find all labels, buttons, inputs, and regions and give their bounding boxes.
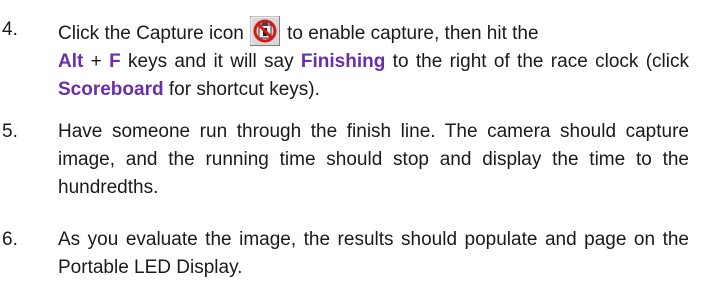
- step-text-part: for shortcut keys).: [163, 79, 320, 100]
- key-alt: Alt: [58, 51, 84, 72]
- step-5: 5. Have someone run through the finish l…: [0, 110, 704, 200]
- document-page: { "steps": [ { "number": "4.", "parts": …: [0, 0, 704, 300]
- key-f: F: [109, 51, 121, 72]
- step-text: As you evaluate the image, the results s…: [58, 229, 689, 278]
- scoreboard-link[interactable]: Scoreboard: [58, 79, 164, 100]
- step-text-part: to the right of the race clock (click: [385, 51, 689, 72]
- step-4: 4. Click the Capture icon to enable capt…: [0, 0, 704, 100]
- step-number: 4.: [2, 19, 18, 40]
- step-text-part: to enable capture, then hit the: [287, 23, 539, 44]
- step-number: 5.: [2, 121, 18, 142]
- capture-icon[interactable]: [249, 16, 280, 46]
- step-6: 6. As you evaluate the image, the result…: [0, 210, 704, 300]
- step-text: Have someone run through the finish line…: [58, 121, 689, 198]
- step-text-part: +: [83, 51, 110, 72]
- step-number: 6.: [2, 229, 18, 250]
- step-text: Click the Capture icon to enable capture…: [58, 16, 689, 104]
- step-text-part: keys and it will say: [120, 51, 301, 72]
- finishing-label: Finishing: [300, 51, 386, 72]
- step-text-part: Click the Capture icon: [58, 23, 244, 44]
